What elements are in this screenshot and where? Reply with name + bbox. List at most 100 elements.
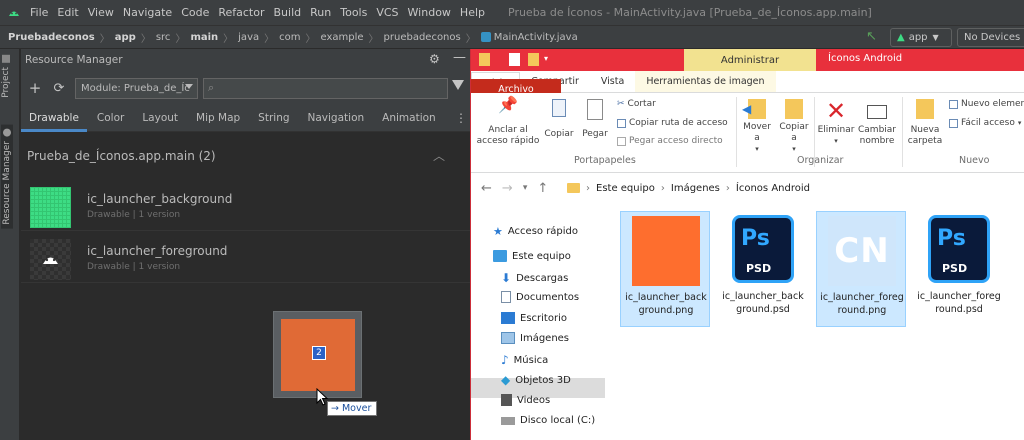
tab-layout[interactable]: Layout — [134, 105, 186, 132]
file-item[interactable]: CN ic_launcher_foreground.png — [816, 211, 906, 327]
device-select[interactable]: No Devices — [957, 28, 1024, 47]
resource-manager-tab[interactable]: Resource Manager — [1, 125, 13, 229]
nav-quick-access[interactable]: ★ Acceso rápido — [493, 225, 578, 238]
tab-vista[interactable]: Vista — [590, 71, 635, 92]
delete-button[interactable]: ✕ Eliminar ▾ — [815, 99, 857, 147]
copy-to-button[interactable]: Copiar a ▾ — [776, 99, 812, 155]
context-tab-manage[interactable]: Administrar — [684, 49, 816, 71]
breadcrumb-project[interactable]: Pruebadeconos — [8, 32, 95, 43]
document-icon — [501, 291, 511, 303]
file-item[interactable]: ic_launcher_background.png — [620, 211, 710, 327]
nav-downloads[interactable]: ⬇ Descargas — [501, 271, 568, 285]
project-tab[interactable]: Project — [1, 55, 11, 98]
list-item[interactable]: ic_launcher_background Drawable | 1 vers… — [21, 183, 470, 231]
move-to-button[interactable]: ◀ Mover a ▾ — [739, 99, 775, 155]
chevron-down-icon[interactable]: ▾ — [544, 54, 548, 63]
tab-drawable[interactable]: Drawable — [21, 104, 87, 132]
menu-refactor[interactable]: Refactor — [218, 6, 264, 19]
back-arrow-icon[interactable]: ← — [481, 181, 492, 196]
breadcrumb-file[interactable]: MainActivity.java — [494, 32, 578, 43]
tab-string[interactable]: String — [250, 105, 297, 132]
copy-path-button[interactable]: Copiar ruta de acceso — [617, 118, 728, 128]
menu-help[interactable]: Help — [460, 6, 485, 19]
add-icon[interactable]: + — [25, 79, 45, 97]
resource-group-title[interactable]: Prueba_de_Íconos.app.main (2) — [27, 149, 216, 163]
menu-tools[interactable]: Tools — [340, 6, 367, 19]
explorer-window-title: Íconos Android — [828, 53, 903, 64]
properties-icon[interactable] — [509, 53, 520, 66]
psd-glyph: PSD — [942, 262, 968, 275]
module-select[interactable]: Module: Prueba_de_Íc — [75, 78, 198, 99]
easy-access-button[interactable]: Fácil acceso ▾ — [949, 118, 1021, 128]
breadcrumb-app[interactable]: app — [115, 32, 136, 43]
tab-herramientas-imagen[interactable]: Herramientas de imagen — [635, 71, 776, 92]
copy-button[interactable]: Copiar — [543, 99, 575, 140]
copy-to-icon — [785, 99, 803, 119]
address-crumb[interactable]: Íconos Android — [736, 183, 810, 194]
new-folder-icon[interactable] — [528, 53, 539, 66]
breadcrumb-com[interactable]: com — [279, 32, 300, 43]
more-icon[interactable]: ⋮ — [455, 111, 467, 125]
list-item[interactable]: ic_launcher_foreground Drawable | 1 vers… — [21, 235, 470, 283]
breadcrumb-package[interactable]: pruebadeconos — [384, 32, 461, 43]
minimize-icon[interactable]: — — [453, 50, 466, 65]
chevron-up-icon[interactable]: ︿ — [433, 147, 445, 164]
menu-bar: File Edit View Navigate Code Refactor Bu… — [0, 0, 1024, 25]
hammer-icon[interactable]: ↖ — [866, 29, 877, 44]
group-organizar: Organizar — [797, 155, 844, 166]
filter-icon[interactable] — [452, 80, 464, 90]
refresh-icon[interactable]: ⟳ — [49, 81, 69, 96]
menu-edit[interactable]: Edit — [57, 6, 78, 19]
copy-path-icon — [617, 118, 626, 128]
project-tab-label: Project — [1, 67, 11, 98]
nav-this-pc[interactable]: Este equipo — [493, 250, 571, 262]
nav-videos[interactable]: Videos — [501, 394, 550, 406]
file-item[interactable]: Ps PSD ic_launcher_background.psd — [718, 211, 808, 327]
file-item[interactable]: Ps PSD ic_launcher_foreground.psd — [914, 211, 1004, 327]
pin-quick-access-button[interactable]: 📌 Anclar al acceso rápido — [475, 97, 541, 147]
rename-button[interactable]: Cambiar nombre — [856, 99, 898, 147]
paste-shortcut-button[interactable]: Pegar acceso directo — [617, 136, 723, 146]
menu-file[interactable]: File — [30, 6, 48, 19]
cut-button[interactable]: ✂ Cortar — [617, 99, 656, 109]
breadcrumb-main[interactable]: main — [190, 32, 218, 43]
breadcrumb-example[interactable]: example — [320, 32, 363, 43]
menu-code[interactable]: Code — [181, 6, 209, 19]
menu-vcs[interactable]: VCS — [376, 6, 398, 19]
nav-pictures[interactable]: Imágenes — [501, 332, 569, 344]
address-crumb[interactable]: Este equipo — [596, 183, 655, 194]
nav-local-disk[interactable]: Disco local (C:) — [501, 415, 595, 426]
up-arrow-icon[interactable]: ↑ — [537, 181, 548, 196]
copy-path-label: Copiar ruta de acceso — [629, 118, 728, 128]
address-bar[interactable]: › Este equipo › Imágenes › Íconos Androi… — [563, 177, 1024, 199]
nav-documents[interactable]: Documentos — [501, 291, 579, 303]
menu-run[interactable]: Run — [310, 6, 331, 19]
chevron-right-icon: › — [725, 182, 730, 194]
chevron-down-icon[interactable]: ▾ — [523, 183, 528, 193]
new-folder-button[interactable]: Nueva carpeta — [905, 99, 945, 147]
tab-mipmap[interactable]: Mip Map — [188, 105, 248, 132]
breadcrumb-src[interactable]: src — [156, 32, 171, 43]
chevron-right-icon: 〉 — [223, 33, 234, 45]
run-config-select[interactable]: ▲ app ▼ — [890, 28, 952, 47]
forward-arrow-icon[interactable]: → — [502, 181, 513, 196]
tab-animation[interactable]: Animation — [374, 105, 444, 132]
paste-button[interactable]: Pegar — [580, 99, 610, 140]
file-name: ic_launcher_background.psd — [722, 291, 804, 315]
nav-3d-objects[interactable]: ◆ Objetos 3D — [501, 373, 571, 387]
nav-desktop[interactable]: Escritorio — [501, 312, 567, 324]
tab-navigation[interactable]: Navigation — [300, 105, 373, 132]
menu-build[interactable]: Build — [274, 6, 302, 19]
menu-navigate[interactable]: Navigate — [123, 6, 172, 19]
breadcrumb-java[interactable]: java — [238, 32, 259, 43]
nav-music[interactable]: ♪ Música — [501, 353, 548, 367]
menu-window[interactable]: Window — [408, 6, 451, 19]
address-crumb[interactable]: Imágenes — [671, 183, 720, 194]
nav-label: Escritorio — [520, 312, 567, 324]
device-label: No Devices — [964, 32, 1021, 43]
new-item-button[interactable]: Nuevo elemen — [949, 99, 1024, 109]
tab-color[interactable]: Color — [89, 105, 132, 132]
menu-view[interactable]: View — [88, 6, 114, 19]
gear-icon[interactable]: ⚙ — [429, 52, 440, 66]
search-input[interactable]: ⌕ — [203, 78, 448, 99]
